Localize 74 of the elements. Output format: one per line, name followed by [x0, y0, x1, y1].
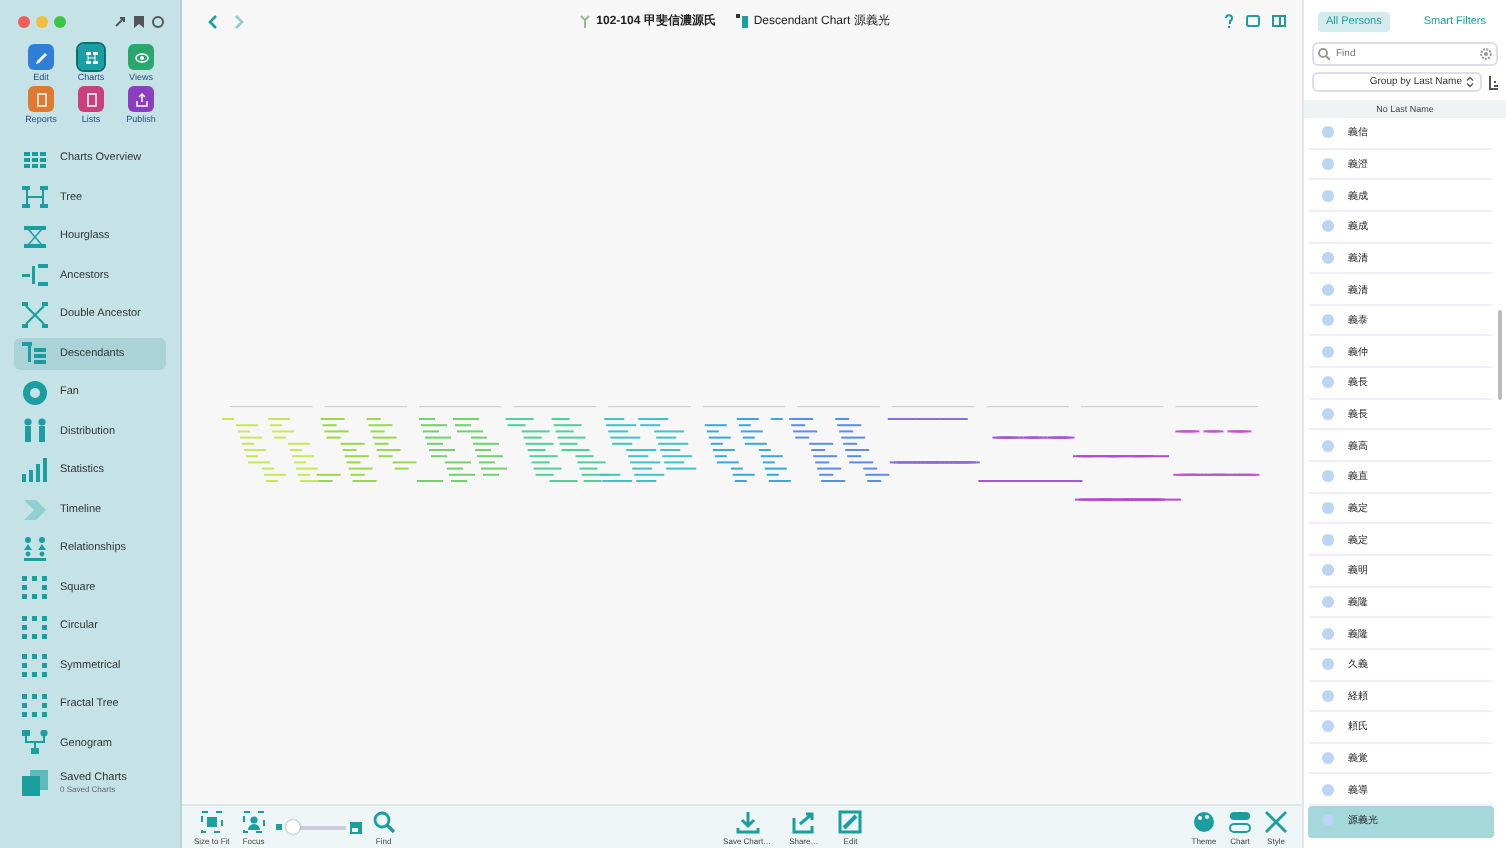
avatar-icon: [1322, 345, 1334, 358]
saved-icon: [22, 769, 48, 795]
avatar-icon: [1322, 126, 1334, 139]
genogram-icon: [22, 730, 48, 756]
avatar-icon: [1322, 658, 1334, 671]
hourglass-icon: [22, 223, 48, 249]
person-tree-icon: [580, 14, 591, 28]
zoom-button[interactable]: [54, 15, 66, 27]
download-icon: [735, 809, 760, 833]
share-icon: [791, 809, 816, 833]
settings-icon[interactable]: [1480, 48, 1492, 60]
avatar-icon: [1322, 439, 1334, 452]
fan-icon: [22, 379, 48, 405]
avatar-icon: [1322, 157, 1334, 170]
avatar-icon: [1322, 470, 1334, 483]
avatar-icon: [1322, 251, 1334, 264]
sidebar-toggle-icon[interactable]: [1272, 14, 1286, 28]
avatar-icon: [1322, 783, 1334, 796]
help-icon[interactable]: [1224, 14, 1234, 28]
relationships-icon: [22, 535, 48, 561]
timeline-icon: [22, 496, 48, 522]
descendant-chart-icon: [735, 14, 748, 28]
forward-icon[interactable]: [234, 13, 246, 29]
avatar-icon: [1322, 220, 1334, 233]
avatar-icon: [1322, 564, 1334, 577]
avatar-icon: [1322, 283, 1334, 296]
pin-icon[interactable]: [114, 15, 126, 27]
crossed-tools-icon: [1264, 809, 1288, 833]
avatar-icon: [1322, 533, 1334, 546]
small-zoom-icon: [275, 824, 282, 830]
double-icon: [22, 301, 48, 327]
lists-icon: [81, 89, 101, 109]
views-icon: [131, 47, 151, 67]
palette-icon: [1192, 809, 1216, 833]
avatar-icon: [1322, 314, 1334, 327]
person-frame-icon: [241, 809, 266, 833]
descendants-icon: [22, 340, 48, 366]
ancestors-icon: [22, 262, 48, 288]
publish-icon: [131, 89, 151, 109]
scrollbar-thumb[interactable]: [1498, 310, 1502, 400]
search-icon: [371, 809, 396, 833]
avatar-icon: [1322, 814, 1334, 827]
edit-icon: [31, 47, 51, 67]
avatar-icon: [1322, 595, 1334, 608]
avatar-icon: [1322, 376, 1334, 389]
toggle-icon: [1228, 809, 1252, 833]
avatar-icon: [1322, 752, 1334, 765]
sort-icon[interactable]: [1488, 75, 1498, 89]
avatar-icon: [1322, 689, 1334, 702]
zoom-slider-thumb[interactable]: [285, 819, 300, 833]
fit-frame-icon: [199, 809, 224, 833]
dot-grid-icon: [22, 691, 48, 717]
large-zoom-icon: [349, 821, 362, 833]
close-button[interactable]: [18, 15, 30, 27]
distribution-icon: [22, 418, 48, 444]
tree-icon: [22, 184, 48, 210]
charts-icon: [81, 47, 101, 67]
dot-grid-icon: [22, 613, 48, 639]
dot-grid-icon: [22, 652, 48, 678]
avatar-icon: [1322, 627, 1334, 640]
avatar-icon: [1322, 189, 1334, 202]
search-icon: [1318, 48, 1330, 60]
search-icon[interactable]: [152, 15, 164, 27]
bookmark-icon[interactable]: [134, 15, 144, 27]
reports-icon: [31, 89, 51, 109]
window-icon[interactable]: [1246, 14, 1260, 28]
dot-grid-icon: [22, 574, 48, 600]
avatar-icon: [1322, 720, 1334, 733]
statistics-icon: [22, 457, 48, 483]
avatar-icon: [1322, 502, 1334, 514]
pencil-square-icon: [838, 809, 863, 833]
updown-caret-icon: [1466, 76, 1474, 88]
back-icon[interactable]: [206, 13, 218, 29]
avatar-icon: [1322, 408, 1334, 421]
